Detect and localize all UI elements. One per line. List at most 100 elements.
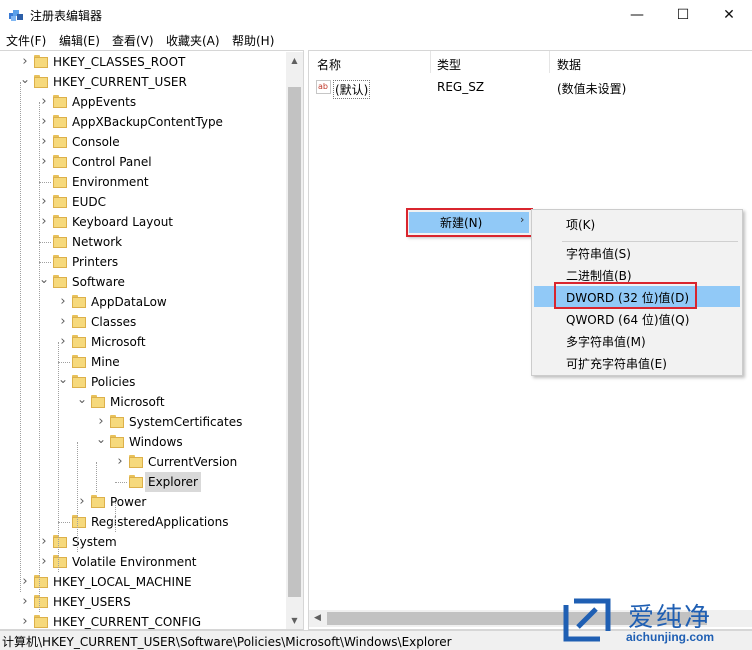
tree-node-label[interactable]: Control Panel xyxy=(72,152,152,172)
tree-node-label[interactable]: Windows xyxy=(129,432,183,452)
menu-edit[interactable]: 编辑(E) xyxy=(59,32,100,49)
column-divider[interactable] xyxy=(549,51,550,73)
minimize-button[interactable]: — xyxy=(614,0,660,30)
tree-node[interactable]: Explorer xyxy=(0,472,284,492)
tree-node-label[interactable]: Printers xyxy=(72,252,118,272)
tree-node-label[interactable]: Network xyxy=(72,232,122,252)
tree-node-label[interactable]: Keyboard Layout xyxy=(72,212,173,232)
tree-vertical-scrollbar[interactable]: ▲ ▼ xyxy=(286,52,303,629)
tree-node[interactable]: ⌄ Policies xyxy=(0,372,284,392)
value-name[interactable]: (默认) xyxy=(333,80,371,99)
tree-node-label[interactable]: Microsoft xyxy=(110,392,165,412)
expand-arrow-icon[interactable]: › xyxy=(20,572,30,592)
scroll-up-arrow-icon[interactable]: ▲ xyxy=(286,52,303,69)
tree-node-label[interactable]: Software xyxy=(72,272,125,292)
tree-node[interactable]: › HKEY_CURRENT_CONFIG xyxy=(0,612,284,629)
expand-arrow-icon[interactable]: › xyxy=(39,552,49,572)
tree-node-label[interactable]: System xyxy=(72,532,117,552)
expand-arrow-icon[interactable]: › xyxy=(58,292,68,312)
tree-node[interactable]: › EUDC xyxy=(0,192,284,212)
tree-node[interactable]: ⌄ Microsoft xyxy=(0,392,284,412)
tree-node[interactable]: RegisteredApplications xyxy=(0,512,284,532)
scroll-thumb[interactable] xyxy=(288,87,301,597)
tree-node[interactable]: › CurrentVersion xyxy=(0,452,284,472)
expand-arrow-icon[interactable]: › xyxy=(115,452,125,472)
expand-arrow-icon[interactable]: › xyxy=(77,492,87,512)
expand-arrow-icon[interactable]: › xyxy=(39,152,49,172)
tree-node-label[interactable]: Console xyxy=(72,132,120,152)
tree-node[interactable]: › Microsoft xyxy=(0,332,284,352)
menu-help[interactable]: 帮助(H) xyxy=(232,32,274,49)
close-button[interactable]: ✕ xyxy=(706,0,752,30)
tree-node[interactable]: › Volatile Environment xyxy=(0,552,284,572)
scroll-down-arrow-icon[interactable]: ▼ xyxy=(286,612,303,629)
expand-arrow-icon[interactable]: › xyxy=(96,412,106,432)
column-header-data[interactable]: 数据 xyxy=(557,56,581,73)
submenu-item-qword[interactable]: QWORD (64 位)值(Q) xyxy=(566,311,689,328)
collapse-arrow-icon[interactable]: ⌄ xyxy=(58,372,68,392)
tree-node-label[interactable]: HKEY_USERS xyxy=(53,592,131,612)
tree-node-label[interactable]: AppXBackupContentType xyxy=(72,112,223,132)
tree-node-label[interactable]: Environment xyxy=(72,172,149,192)
tree-node[interactable]: › Control Panel xyxy=(0,152,284,172)
expand-arrow-icon[interactable]: › xyxy=(20,592,30,612)
tree-node[interactable]: › HKEY_CLASSES_ROOT xyxy=(0,52,284,72)
tree-node[interactable]: ⌄ Software xyxy=(0,272,284,292)
scroll-left-arrow-icon[interactable]: ◀ xyxy=(309,610,326,627)
tree-node[interactable]: › System xyxy=(0,532,284,552)
column-header-type[interactable]: 类型 xyxy=(437,56,461,73)
tree-node[interactable]: › Classes xyxy=(0,312,284,332)
tree-node[interactable]: › HKEY_USERS xyxy=(0,592,284,612)
tree-node[interactable]: › Console xyxy=(0,132,284,152)
column-divider[interactable] xyxy=(430,51,431,73)
tree-node-label[interactable]: Mine xyxy=(91,352,120,372)
tree-node-label[interactable]: HKEY_CURRENT_CONFIG xyxy=(53,612,201,629)
expand-arrow-icon[interactable]: › xyxy=(39,112,49,132)
collapse-arrow-icon[interactable]: ⌄ xyxy=(20,72,30,92)
tree-node[interactable]: › AppEvents xyxy=(0,92,284,112)
tree-node-label[interactable]: Explorer xyxy=(145,472,201,492)
tree-node-label[interactable]: AppEvents xyxy=(72,92,136,112)
tree-node-label[interactable]: Volatile Environment xyxy=(72,552,197,572)
tree-node-label[interactable]: HKEY_CURRENT_USER xyxy=(53,72,187,92)
tree-node-label[interactable]: CurrentVersion xyxy=(148,452,237,472)
maximize-button[interactable]: ☐ xyxy=(660,0,706,30)
tree-node-label[interactable]: Microsoft xyxy=(91,332,146,352)
submenu-item-expandable-string[interactable]: 可扩充字符串值(E) xyxy=(566,355,667,372)
collapse-arrow-icon[interactable]: ⌄ xyxy=(96,432,106,452)
tree-node[interactable]: › Keyboard Layout xyxy=(0,212,284,232)
tree-node[interactable]: ⌄ HKEY_CURRENT_USER xyxy=(0,72,284,92)
tree-node[interactable]: Network xyxy=(0,232,284,252)
expand-arrow-icon[interactable]: › xyxy=(58,332,68,352)
expand-arrow-icon[interactable]: › xyxy=(20,612,30,629)
expand-arrow-icon[interactable]: › xyxy=(39,92,49,112)
tree-node-label[interactable]: HKEY_LOCAL_MACHINE xyxy=(53,572,192,592)
tree-node-label[interactable]: SystemCertificates xyxy=(129,412,242,432)
tree-node[interactable]: Environment xyxy=(0,172,284,192)
tree-node[interactable]: Mine xyxy=(0,352,284,372)
tree-node-label[interactable]: AppDataLow xyxy=(91,292,167,312)
submenu-item-multi-string[interactable]: 多字符串值(M) xyxy=(566,333,646,350)
tree-node-label[interactable]: Classes xyxy=(91,312,136,332)
submenu-item-key[interactable]: 项(K) xyxy=(566,216,595,233)
menu-favorites[interactable]: 收藏夹(A) xyxy=(166,32,220,49)
collapse-arrow-icon[interactable]: ⌄ xyxy=(39,272,49,292)
column-header-name[interactable]: 名称 xyxy=(317,56,341,73)
tree-node[interactable]: Printers xyxy=(0,252,284,272)
tree-node[interactable]: › SystemCertificates xyxy=(0,412,284,432)
expand-arrow-icon[interactable]: › xyxy=(39,532,49,552)
tree-node-label[interactable]: Policies xyxy=(91,372,135,392)
expand-arrow-icon[interactable]: › xyxy=(20,52,30,72)
submenu-item-string[interactable]: 字符串值(S) xyxy=(566,245,631,262)
tree-node[interactable]: › AppXBackupContentType xyxy=(0,112,284,132)
registry-tree[interactable]: › HKEY_CLASSES_ROOT ⌄ HKEY_CURRENT_USER › App… xyxy=(0,50,304,630)
expand-arrow-icon[interactable]: › xyxy=(58,312,68,332)
collapse-arrow-icon[interactable]: ⌄ xyxy=(77,392,87,412)
menu-file[interactable]: 文件(F) xyxy=(6,32,46,49)
tree-node[interactable]: › Power xyxy=(0,492,284,512)
tree-node-label[interactable]: RegisteredApplications xyxy=(91,512,228,532)
expand-arrow-icon[interactable]: › xyxy=(39,192,49,212)
tree-node[interactable]: › HKEY_LOCAL_MACHINE xyxy=(0,572,284,592)
tree-node-label[interactable]: EUDC xyxy=(72,192,106,212)
tree-node[interactable]: › AppDataLow xyxy=(0,292,284,312)
